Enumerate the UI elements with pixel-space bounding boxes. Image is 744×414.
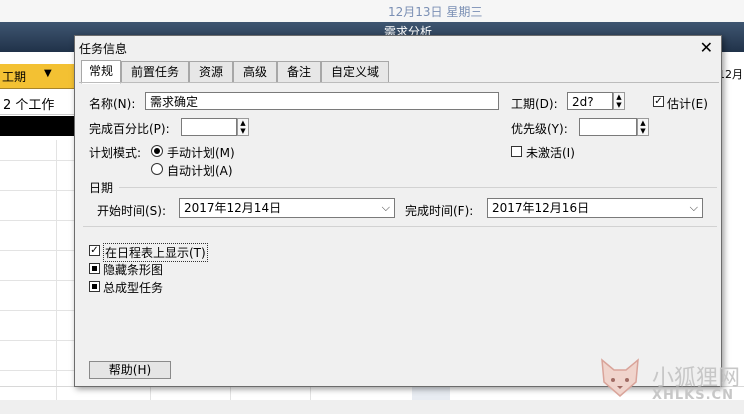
column-filter-arrow-icon[interactable]: ▼ bbox=[44, 68, 52, 79]
duration-cell: 2 个工作 bbox=[3, 98, 55, 113]
watermark-url: XHLKS.CN bbox=[652, 388, 734, 403]
spin-up-icon[interactable]: ▲ bbox=[615, 93, 623, 101]
start-date-value: 2017年12月14日 bbox=[184, 201, 282, 215]
grid-line bbox=[0, 340, 74, 341]
tab-notes[interactable]: 备注 bbox=[277, 61, 321, 82]
inactive-checkbox[interactable] bbox=[511, 146, 522, 157]
hide-bar-checkbox[interactable] bbox=[89, 263, 100, 274]
section-divider bbox=[119, 187, 717, 188]
priority-label: 优先级(Y): bbox=[511, 122, 568, 136]
percent-complete-stepper[interactable]: ▲ ▼ bbox=[237, 118, 249, 136]
grid-line bbox=[0, 220, 74, 221]
chevron-down-icon[interactable]: ⌵ bbox=[690, 199, 698, 217]
percent-complete-label: 完成百分比(P): bbox=[89, 122, 170, 136]
tab-resources[interactable]: 资源 bbox=[189, 61, 233, 82]
duration-stepper[interactable]: ▲ ▼ bbox=[613, 92, 625, 110]
spin-up-icon[interactable]: ▲ bbox=[639, 119, 647, 127]
auto-schedule-label: 自动计划(A) bbox=[167, 164, 233, 178]
tab-custom-fields[interactable]: 自定义域 bbox=[321, 61, 389, 82]
column-header-duration[interactable]: 工期 ▼ bbox=[0, 64, 76, 89]
task-info-dialog: 任务信息 ✕ 常规 前置任务 资源 高级 备注 自定义域 名称(N): 需求确定… bbox=[74, 35, 722, 387]
table-row-selected[interactable] bbox=[0, 116, 76, 136]
grid-line bbox=[0, 310, 74, 311]
close-icon[interactable]: ✕ bbox=[700, 38, 713, 57]
duration-label: 工期(D): bbox=[511, 97, 558, 111]
tab-general[interactable]: 常规 bbox=[81, 60, 121, 84]
grid-line bbox=[0, 250, 74, 251]
estimated-checkbox[interactable]: ✓ bbox=[653, 96, 664, 107]
manual-schedule-label: 手动计划(M) bbox=[167, 146, 235, 160]
start-date-label: 开始时间(S): bbox=[97, 204, 167, 218]
timescale-date: 12月13日 星期三 bbox=[388, 5, 483, 19]
grid-line bbox=[56, 140, 57, 400]
spin-down-icon[interactable]: ▼ bbox=[615, 101, 623, 109]
timescale-bar: 12月13日 星期三 bbox=[0, 0, 744, 23]
name-field[interactable]: 需求确定 bbox=[145, 92, 499, 110]
percent-complete-field[interactable] bbox=[181, 118, 237, 136]
schedule-mode-label: 计划模式: bbox=[89, 146, 142, 160]
summary-task-label: 总成型任务 bbox=[103, 281, 164, 295]
spin-up-icon[interactable]: ▲ bbox=[239, 119, 247, 127]
chevron-down-icon[interactable]: ⌵ bbox=[382, 199, 390, 217]
spin-down-icon[interactable]: ▼ bbox=[639, 127, 647, 135]
priority-field[interactable] bbox=[579, 118, 637, 136]
show-on-timeline-label: 在日程表上显示(T) bbox=[103, 243, 208, 262]
finish-date-dropdown[interactable]: 2017年12月16日 ⌵ bbox=[487, 198, 703, 218]
section-divider bbox=[83, 226, 717, 227]
grid-line bbox=[0, 160, 74, 161]
spin-down-icon[interactable]: ▼ bbox=[239, 127, 247, 135]
table-row[interactable]: 2 个工作 bbox=[0, 92, 76, 115]
status-bar bbox=[0, 400, 744, 414]
manual-schedule-radio[interactable] bbox=[151, 145, 163, 157]
column-header-label: 工期 bbox=[2, 70, 27, 84]
grid-line bbox=[0, 370, 74, 371]
inactive-label: 未激活(I) bbox=[526, 146, 575, 160]
fox-logo-icon bbox=[601, 358, 639, 397]
dialog-title: 任务信息 bbox=[79, 42, 128, 56]
priority-stepper[interactable]: ▲ ▼ bbox=[637, 118, 649, 136]
estimated-label: 估计(E) bbox=[667, 97, 708, 111]
tab-divider bbox=[79, 82, 719, 83]
grid-line bbox=[0, 190, 74, 191]
name-label: 名称(N): bbox=[89, 97, 136, 111]
help-button[interactable]: 帮助(H) bbox=[89, 361, 171, 379]
hide-bar-label: 隐藏条形图 bbox=[103, 263, 164, 277]
grid-line bbox=[0, 280, 74, 281]
auto-schedule-radio[interactable] bbox=[151, 163, 163, 175]
summary-task-checkbox[interactable] bbox=[89, 281, 100, 292]
start-date-dropdown[interactable]: 2017年12月14日 ⌵ bbox=[179, 198, 395, 218]
duration-field[interactable]: 2d? bbox=[567, 92, 613, 110]
show-on-timeline-checkbox[interactable]: ✓ bbox=[89, 245, 100, 256]
finish-date-label: 完成时间(F): bbox=[405, 204, 474, 218]
dates-section-title: 日期 bbox=[89, 181, 114, 195]
finish-date-value: 2017年12月16日 bbox=[492, 201, 590, 215]
tab-predecessors[interactable]: 前置任务 bbox=[121, 61, 189, 82]
tab-advanced[interactable]: 高级 bbox=[233, 61, 277, 82]
